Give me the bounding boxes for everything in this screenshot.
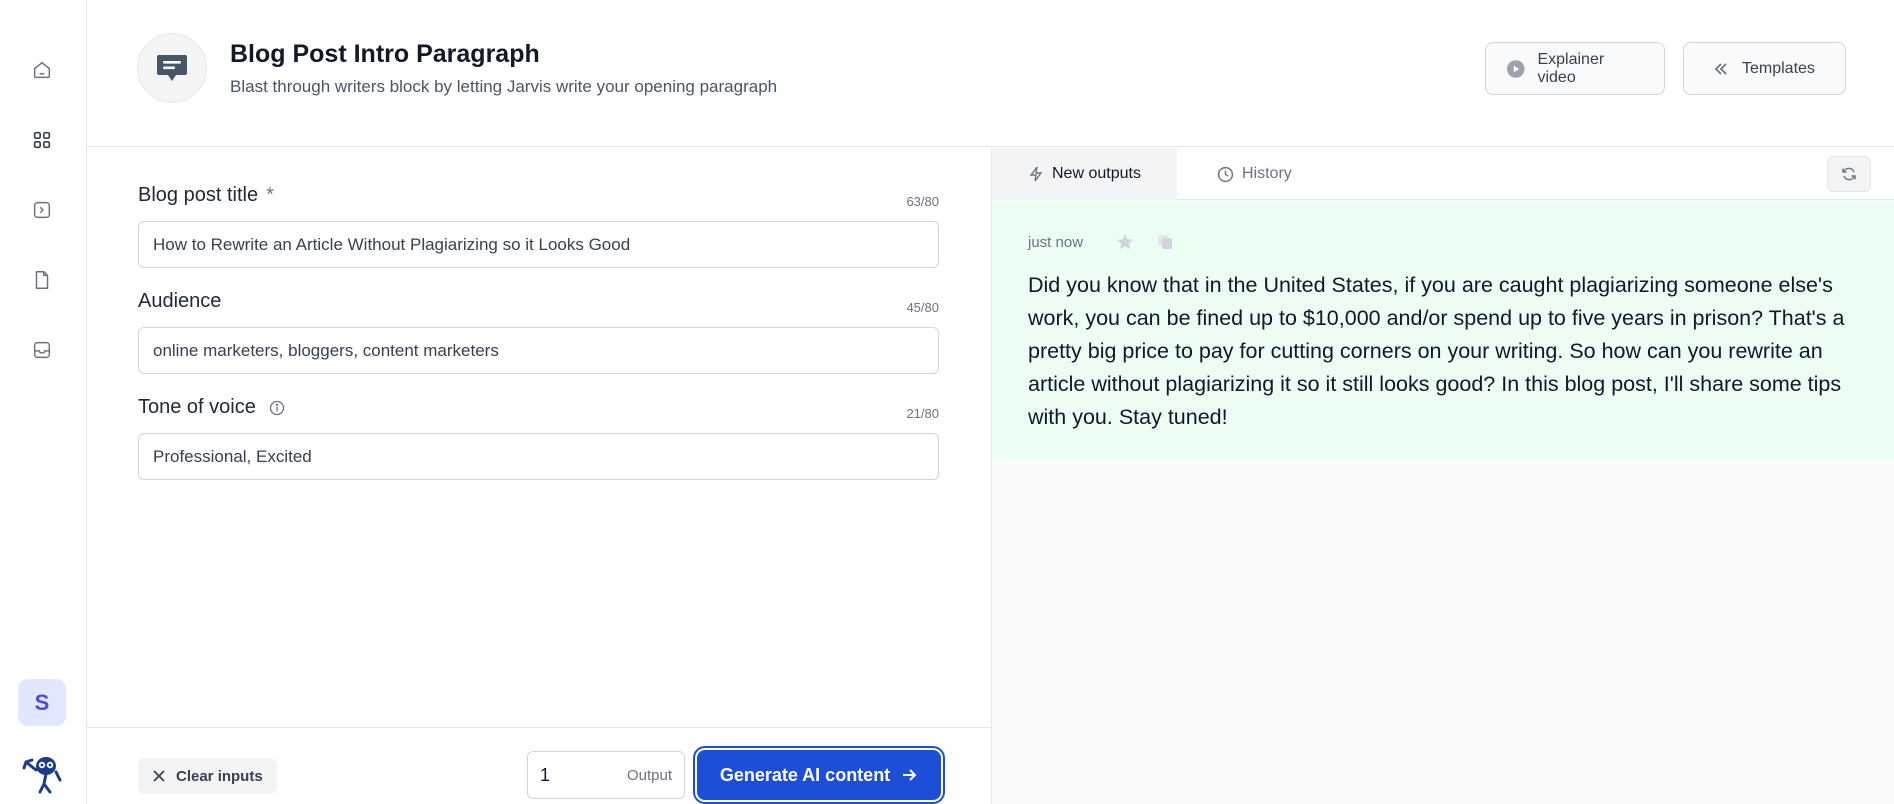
sidebar-item-home[interactable] xyxy=(22,50,62,90)
output-count-value: 1 xyxy=(540,764,551,785)
blog-post-title-input[interactable]: How to Rewrite an Article Without Plagia… xyxy=(138,221,939,268)
output-timestamp: just now xyxy=(1028,234,1084,251)
audience-counter: 45/80 xyxy=(906,300,939,315)
home-icon xyxy=(33,61,51,79)
required-mark: * xyxy=(266,184,274,206)
output-card: just now Did you know that in the United… xyxy=(992,201,1894,460)
sidebar-item-documents[interactable] xyxy=(22,260,62,300)
user-avatar[interactable]: S xyxy=(18,679,66,726)
tone-of-voice-counter: 21/80 xyxy=(906,406,939,421)
templates-button[interactable]: Templates xyxy=(1683,42,1846,95)
tab-history[interactable]: History xyxy=(1217,148,1292,200)
sidebar: S xyxy=(0,0,87,804)
refresh-icon xyxy=(1842,167,1856,181)
tab-new-outputs[interactable]: New outputs xyxy=(992,148,1177,200)
audience-label: Audience xyxy=(138,290,222,312)
form-actions-bar: Clear inputs 1 Output Generate AI conten… xyxy=(87,727,991,804)
page-header: Blog Post Intro Paragraph Blast through … xyxy=(87,0,1894,147)
refresh-button[interactable] xyxy=(1827,156,1871,192)
arrow-right-icon xyxy=(903,769,917,781)
page-subtitle: Blast through writers block by letting J… xyxy=(230,77,778,96)
explainer-video-label: Explainer video xyxy=(1537,50,1605,86)
input-form: Blog post title * 63/80 How to Rewrite an… xyxy=(87,148,991,727)
chat-bubble-icon xyxy=(157,55,187,81)
outputs-tabs: New outputs History xyxy=(992,148,1894,200)
sidebar-item-commands[interactable] xyxy=(22,190,62,230)
copy-icon[interactable] xyxy=(1155,232,1175,252)
audience-input[interactable]: online marketers, bloggers, content mark… xyxy=(138,327,939,374)
templates-label: Templates xyxy=(1742,59,1815,77)
generate-ai-content-button[interactable]: Generate AI content xyxy=(697,750,941,800)
output-text: Did you know that in the United States, … xyxy=(1028,273,1845,429)
output-count-label: Output xyxy=(626,766,672,784)
info-icon[interactable] xyxy=(269,400,285,416)
output-count-input[interactable]: 1 Output xyxy=(527,751,685,799)
template-icon-badge xyxy=(137,33,207,103)
sidebar-item-templates[interactable] xyxy=(22,120,62,160)
blog-post-title-counter: 63/80 xyxy=(906,194,939,209)
clear-inputs-button[interactable]: Clear inputs xyxy=(138,758,277,794)
inbox-icon xyxy=(33,341,51,359)
explainer-video-button[interactable]: Explainer video xyxy=(1485,42,1665,95)
close-icon xyxy=(153,770,165,782)
tone-of-voice-input[interactable]: Professional, Excited xyxy=(138,433,939,480)
clock-icon xyxy=(1217,166,1234,182)
blog-post-title-label: Blog post title * xyxy=(138,184,274,206)
grid-icon xyxy=(33,131,51,149)
sidebar-item-inbox[interactable] xyxy=(22,330,62,370)
generate-label: Generate AI content xyxy=(719,764,891,785)
document-icon xyxy=(35,271,49,289)
tone-of-voice-label: Tone of voice xyxy=(138,396,285,419)
bolt-icon xyxy=(1029,166,1043,182)
outputs-panel: New outputs History just now Did you kno… xyxy=(991,148,1894,804)
terminal-icon xyxy=(33,201,51,219)
jarvis-logo-icon[interactable] xyxy=(20,752,64,794)
page-title: Blog Post Intro Paragraph xyxy=(230,40,540,68)
play-circle-icon xyxy=(1506,59,1525,78)
star-icon[interactable] xyxy=(1115,232,1135,252)
clear-inputs-label: Clear inputs xyxy=(176,767,263,785)
chevrons-left-icon xyxy=(1714,62,1727,75)
